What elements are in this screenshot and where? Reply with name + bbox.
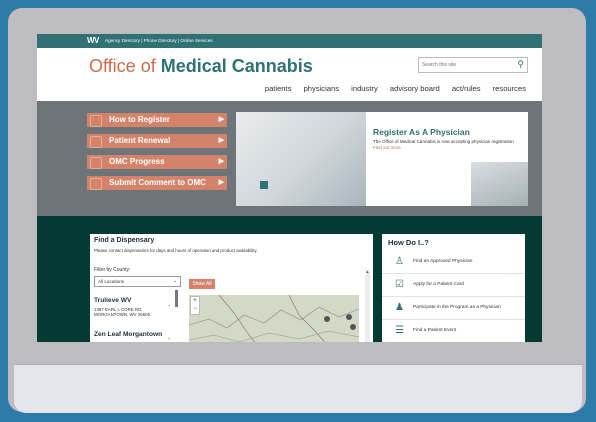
lower-section: Find a Dispensary Please contact dispens… <box>37 216 542 342</box>
website-viewport: WV Agency Directory | Phone Directory | … <box>37 34 542 342</box>
omc-progress-button[interactable]: OMC Progress ▶ <box>87 155 227 169</box>
tablet-photo <box>471 162 528 206</box>
map-terrain <box>189 295 359 342</box>
chevron-down-icon: ⌄ <box>172 278 177 284</box>
progress-icon <box>90 157 102 169</box>
filter-label: Filter by County: <box>94 267 131 273</box>
county-value: All Locations <box>98 279 125 284</box>
dispensary-subtitle: Please contact dispensaries for days and… <box>94 248 258 253</box>
chevron-down-icon[interactable]: ⌄ <box>167 302 171 308</box>
chevron-right-icon: ▶ <box>218 179 224 186</box>
scroll-up-icon[interactable]: ▲ <box>365 269 370 274</box>
chevron-down-icon[interactable]: ⌄ <box>167 335 171 341</box>
physician-icon: ♙ <box>395 256 404 267</box>
chevron-right-icon: ▶ <box>218 158 224 165</box>
agency-bar: WV Agency Directory | Phone Directory | … <box>37 34 542 48</box>
agency-links[interactable]: Agency Directory | Phone Directory | Onl… <box>105 38 213 43</box>
chevron-right-icon: ▶ <box>218 137 224 144</box>
nav-industry[interactable]: industry <box>351 84 378 93</box>
search-box: ⚲ <box>418 57 528 73</box>
nav-advisory-board[interactable]: advisory board <box>390 84 440 93</box>
dispensary-name[interactable]: Trulieve WV <box>94 297 131 304</box>
submit-comment-button[interactable]: Submit Comment to OMC ▶ <box>87 176 227 190</box>
site-title-main: Medical Cannabis <box>160 56 313 76</box>
list-icon: ☰ <box>395 325 404 336</box>
slide-text: The Office of Medical Cannabis is now ac… <box>373 139 514 144</box>
howdo-item-patient-event[interactable]: ☰ Find a Patient Event <box>382 320 525 342</box>
search-input[interactable] <box>422 59 507 70</box>
nav-act-rules[interactable]: act/rules <box>452 84 481 93</box>
hero-slide[interactable]: Register As A Physician The Office of Me… <box>236 112 528 206</box>
howdo-item-find-physician[interactable]: ♙ Find an Approved Physician <box>382 251 525 274</box>
dispensary-address: 1397 EARL L CORE RD, MORGANTOWN, WV 2650… <box>94 307 150 318</box>
nav-patients[interactable]: patients <box>265 84 292 93</box>
show-all-button[interactable]: Show All <box>189 279 215 289</box>
site-title[interactable]: Office of Medical Cannabis <box>89 56 313 77</box>
county-select[interactable]: All Locations ⌄ <box>94 276 181 287</box>
site-header: Office of Medical Cannabis ⚲ patients ph… <box>37 48 542 101</box>
how-to-register-button[interactable]: How to Register ▶ <box>87 113 227 127</box>
panel-scrollbar[interactable]: ▲ <box>365 269 370 342</box>
bottom-panel <box>14 364 582 413</box>
patient-renewal-button[interactable]: Patient Renewal ▶ <box>87 134 227 148</box>
slide-link[interactable]: Find out more. <box>373 145 402 150</box>
search-icon[interactable]: ⚲ <box>517 59 524 70</box>
dispensary-address-line2: MORGANTOWN, WV 26505 <box>94 312 151 318</box>
how-do-i-card: How Do I..? ♙ Find an Approved Physician… <box>382 234 525 342</box>
main-nav: patients physicians industry advisory bo… <box>255 84 526 93</box>
stethoscope-photo <box>236 112 366 206</box>
people-icon: ♟ <box>395 302 404 313</box>
wv-logo[interactable]: WV <box>87 36 99 45</box>
renewal-icon <box>90 136 102 148</box>
list-scrollbar[interactable] <box>175 290 178 307</box>
map-zoom-control[interactable]: + − <box>190 296 200 315</box>
dispensary-map[interactable]: + − <box>189 295 359 342</box>
register-icon <box>90 115 102 127</box>
dispensary-name[interactable]: Zen Leaf Morgantown <box>94 331 162 338</box>
howdo-item-participate[interactable]: ♟ Participate in the Program as a Physic… <box>382 297 525 320</box>
dispensary-card: Find a Dispensary Please contact dispens… <box>90 234 373 342</box>
slide-title: Register As A Physician <box>373 127 470 137</box>
site-title-prefix: Office of <box>89 56 161 76</box>
chevron-right-icon: ▶ <box>218 116 224 123</box>
slide-indicator[interactable] <box>260 181 268 189</box>
how-do-i-title: How Do I..? <box>388 238 429 247</box>
nav-physicians[interactable]: physicians <box>304 84 339 93</box>
dispensary-title: Find a Dispensary <box>94 237 155 244</box>
checkbox-icon: ☑ <box>395 279 404 290</box>
hero-section: How to Register ▶ Patient Renewal ▶ OMC … <box>37 101 542 216</box>
howdo-item-apply-card[interactable]: ☑ Apply for a Patient Card <box>382 274 525 297</box>
nav-resources[interactable]: resources <box>493 84 526 93</box>
comment-icon <box>90 178 102 190</box>
